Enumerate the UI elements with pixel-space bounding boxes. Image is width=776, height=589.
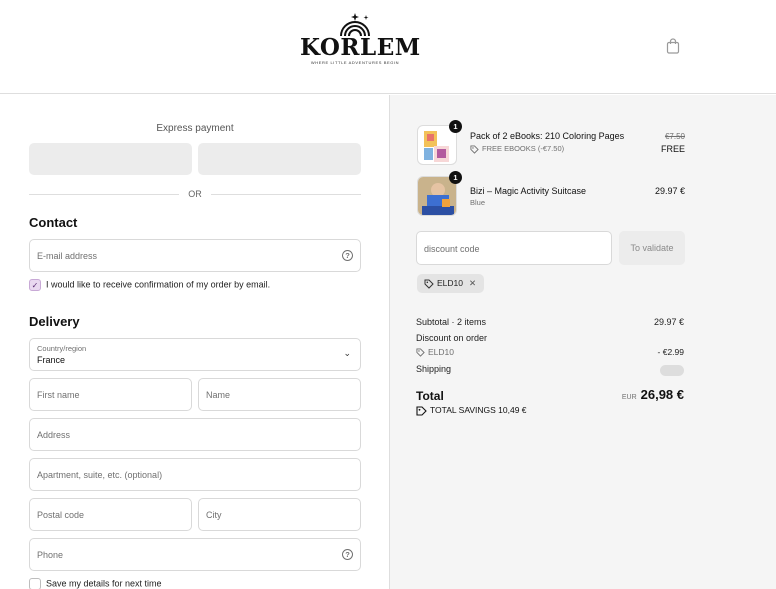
- postal-code-placeholder: Postal code: [37, 510, 85, 520]
- email-placeholder: E-mail address: [37, 251, 98, 261]
- shopping-bag-icon[interactable]: [666, 38, 682, 54]
- country-label: Country/region: [37, 344, 87, 353]
- address-placeholder: Address: [37, 430, 71, 440]
- email-field[interactable]: E-mail address ?: [29, 239, 361, 272]
- quantity-badge: 1: [449, 171, 462, 184]
- cart-item: 1 Pack of 2 eBooks: 210 Coloring Pages F…: [417, 120, 685, 169]
- express-pay-button-2[interactable]: [198, 143, 361, 175]
- shipping-loading-placeholder: [660, 365, 684, 376]
- subtotal-row: Subtotal · 2 items 29.97 €: [416, 317, 684, 327]
- subtotal-label: Subtotal · 2 items: [416, 317, 487, 327]
- order-summary-panel: 1 Pack of 2 eBooks: 210 Coloring Pages F…: [389, 95, 776, 589]
- cart-item: 1 Bizi – Magic Activity Suitcase Blue 29…: [417, 171, 685, 220]
- help-icon[interactable]: ?: [342, 549, 353, 560]
- applied-code-text: ELD10: [437, 278, 463, 288]
- item-discount-note: FREE EBOOKS (-€7.50): [470, 144, 564, 154]
- city-field[interactable]: City: [198, 498, 361, 531]
- tag-icon: [424, 279, 434, 289]
- help-icon[interactable]: ?: [342, 250, 353, 261]
- save-details-label: Save my details for next time: [46, 578, 162, 589]
- item-name: Pack of 2 eBooks: 210 Coloring Pages: [470, 131, 625, 141]
- total-label: Total: [416, 389, 444, 403]
- applied-code-chip: ELD10 ✕: [417, 274, 485, 293]
- discount-placeholder: discount code: [424, 244, 480, 254]
- contact-heading: Contact: [29, 215, 78, 230]
- discount-value: - €2.99: [657, 347, 684, 357]
- discount-code-text: ELD10: [428, 347, 454, 357]
- discount-code-row: ELD10 - €2.99: [416, 347, 684, 357]
- name-placeholder: Name: [206, 390, 231, 400]
- or-divider: OR: [29, 188, 361, 200]
- total-row: Total EUR 26,98 €: [416, 387, 684, 405]
- item-name: Bizi – Magic Activity Suitcase: [470, 186, 587, 196]
- postal-code-field[interactable]: Postal code: [29, 498, 192, 531]
- total-amount: EUR 26,98 €: [622, 386, 684, 404]
- header: KORLEM WHERE LITTLE ADVENTURES BEGIN: [0, 0, 776, 94]
- tag-icon: [416, 348, 425, 357]
- item-discount-text: FREE EBOOKS (-€7.50): [482, 144, 565, 153]
- logo-wordmark: KORLEM: [300, 34, 421, 61]
- original-price: €7.50: [665, 131, 685, 141]
- save-details-checkbox-row[interactable]: Save my details for next time: [29, 578, 162, 589]
- validate-button[interactable]: To validate: [619, 231, 685, 265]
- express-pay-button-1[interactable]: [29, 143, 192, 175]
- quantity-badge: 1: [449, 120, 462, 133]
- brand-logo[interactable]: KORLEM WHERE LITTLE ADVENTURES BEGIN: [300, 12, 421, 80]
- country-value: France: [37, 355, 66, 365]
- first-name-placeholder: First name: [37, 390, 80, 400]
- remove-code-icon[interactable]: ✕: [469, 278, 476, 288]
- or-label: OR: [188, 189, 202, 199]
- email-confirm-checkbox-row[interactable]: ✓ I would like to receive confirmation of…: [29, 279, 270, 291]
- name-field[interactable]: Name: [198, 378, 361, 411]
- discount-code-input[interactable]: discount code: [416, 231, 612, 265]
- shipping-label: Shipping: [416, 364, 452, 374]
- tag-icon: [416, 406, 427, 416]
- rainbow-logo-icon: [340, 13, 370, 36]
- address-field[interactable]: Address: [29, 418, 361, 451]
- first-name-field[interactable]: First name: [29, 378, 192, 411]
- checkout-form-panel: Express payment OR Contact E-mail addres…: [0, 95, 389, 589]
- item-price: FREE: [660, 144, 685, 154]
- email-confirm-label: I would like to receive confirmation of …: [46, 279, 271, 290]
- total-savings-text: TOTAL SAVINGS 10,49 €: [430, 405, 527, 415]
- total-value: 26,98 €: [640, 387, 684, 402]
- phone-field[interactable]: Phone ?: [29, 538, 361, 571]
- country-select[interactable]: Country/region France ⌄: [29, 338, 361, 371]
- tag-icon: [470, 144, 479, 154]
- delivery-heading: Delivery: [29, 314, 80, 329]
- subtotal-value: 29.97 €: [653, 317, 684, 327]
- item-price: 29.97 €: [654, 186, 685, 196]
- apartment-field[interactable]: Apartment, suite, etc. (optional): [29, 458, 361, 491]
- shipping-row: Shipping: [416, 364, 684, 376]
- discount-row: Discount on order: [416, 333, 684, 343]
- phone-placeholder: Phone: [37, 550, 64, 560]
- logo-tagline: WHERE LITTLE ADVENTURES BEGIN: [310, 60, 400, 65]
- checkbox-checked-icon[interactable]: ✓: [29, 279, 41, 291]
- city-placeholder: City: [206, 510, 222, 520]
- strikethrough-price: €7.50: [664, 132, 685, 141]
- apartment-placeholder: Apartment, suite, etc. (optional): [37, 470, 163, 480]
- total-savings: TOTAL SAVINGS 10,49 €: [416, 405, 527, 416]
- express-payment-title: Express payment: [156, 123, 234, 134]
- discount-label: Discount on order: [416, 333, 488, 343]
- checkbox-unchecked-icon[interactable]: [29, 578, 41, 589]
- chevron-down-icon: ⌄: [343, 348, 351, 358]
- item-variant: Blue: [470, 198, 486, 207]
- total-currency: EUR: [621, 394, 637, 401]
